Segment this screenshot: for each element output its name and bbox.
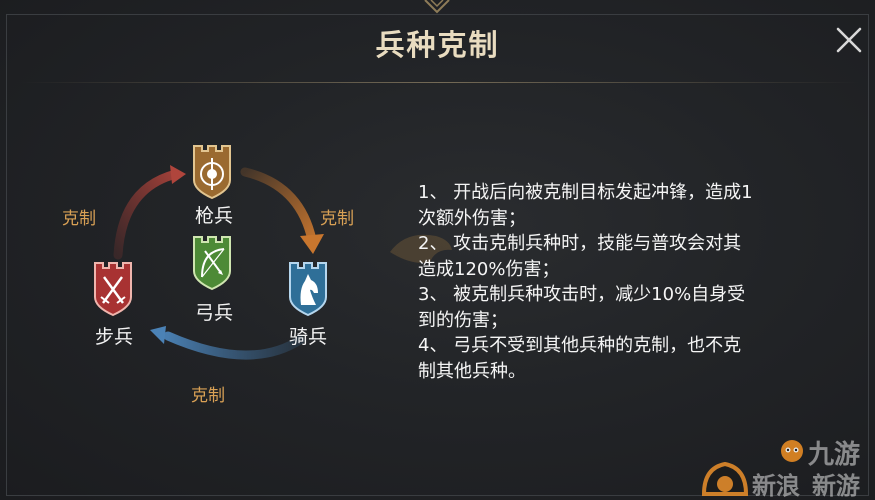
infantry-unit-label: 步兵 xyxy=(94,326,133,348)
counter-label-left: 克制 xyxy=(62,209,96,229)
cavalry-unit-label: 骑兵 xyxy=(288,326,327,348)
counter-label-bottom: 克制 xyxy=(191,386,225,406)
rule-line-1: 1、 开战后向被克制目标发起冲锋，造成1 xyxy=(418,182,753,203)
watermark-fox-icon xyxy=(781,440,803,462)
counter-label-right: 克制 xyxy=(320,209,354,229)
rule-line-5: 3、 被克制兵种攻击时，减少10%自身受 xyxy=(418,284,746,305)
infantry-unit-icon xyxy=(94,262,132,317)
rule-line-2: 次额外伤害； xyxy=(418,207,526,229)
watermark-mascot-icon xyxy=(701,461,749,496)
rule-line-8: 制其他兵种。 xyxy=(418,360,526,382)
archer-unit-icon xyxy=(193,236,231,291)
spear-unit-label: 枪兵 xyxy=(194,205,233,227)
archer-unit-label: 弓兵 xyxy=(194,302,233,324)
watermark-text-left: 新浪 xyxy=(752,472,800,500)
rule-line-7: 4、 弓兵不受到其他兵种的克制，也不克 xyxy=(418,335,742,356)
spear-unit-icon xyxy=(193,145,231,200)
rule-line-6: 到的伤害； xyxy=(418,309,508,331)
watermark-logo: 九游 新浪 新游 xyxy=(700,432,875,500)
rule-line-3: 2、 攻击克制兵种时，技能与普攻会对其 xyxy=(418,233,742,254)
rule-line-4: 造成120%伤害； xyxy=(418,258,560,280)
counter-arrow-spear-to-cavalry xyxy=(240,167,324,254)
unit-counter-dialog: 兵种克制 枪兵 弓兵 步兵 骑兵 克制 克制 克制 1、 开战后向被克制目标发起… xyxy=(0,0,875,500)
cavalry-unit-icon xyxy=(289,262,327,317)
counter-rules: 1、 开战后向被克制目标发起冲锋，造成1 次额外伤害； 2、 攻击克制兵种时，技… xyxy=(418,180,838,384)
watermark-text-right: 新游 xyxy=(812,472,860,500)
